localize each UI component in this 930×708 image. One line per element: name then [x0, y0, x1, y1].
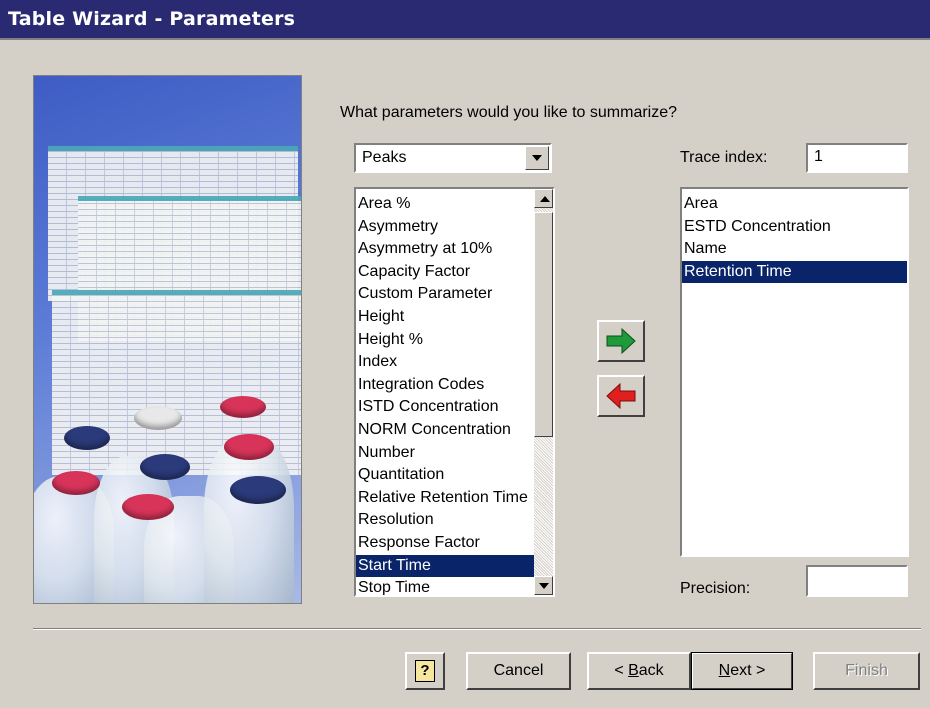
list-item[interactable]: Area	[682, 193, 907, 216]
list-item[interactable]: Height %	[356, 329, 534, 352]
cancel-button[interactable]: Cancel	[466, 652, 571, 690]
back-button-label: < Back	[614, 662, 664, 679]
red-left-arrow-icon	[606, 382, 636, 410]
list-item[interactable]: Capacity Factor	[356, 261, 534, 284]
next-button[interactable]: Next >	[691, 652, 793, 690]
list-item[interactable]: ESTD Concentration	[682, 216, 907, 239]
list-item[interactable]: Start Time	[356, 554, 534, 578]
list-item[interactable]: Height	[356, 306, 534, 329]
title-bar: Table Wizard - Parameters	[0, 0, 930, 40]
list-item[interactable]: NORM Concentration	[356, 419, 534, 442]
list-item[interactable]: ISTD Concentration	[356, 396, 534, 419]
list-item[interactable]: Quantitation	[356, 464, 534, 487]
list-item[interactable]: Relative Retention Time	[356, 487, 534, 510]
list-item[interactable]: Number	[356, 442, 534, 465]
chevron-down-icon	[532, 155, 542, 161]
cancel-button-label: Cancel	[493, 662, 544, 679]
green-right-arrow-icon	[606, 327, 636, 355]
category-select[interactable]: Peaks	[354, 143, 552, 173]
list-item[interactable]: Asymmetry	[356, 216, 534, 239]
list-item[interactable]: Stop Time	[356, 577, 534, 595]
selected-parameters-list[interactable]: Area ESTD Concentration Name Retention Time	[680, 187, 909, 557]
window-title: Table Wizard - Parameters	[8, 8, 296, 30]
list-item[interactable]: Area %	[356, 193, 534, 216]
scroll-down-button[interactable]	[534, 576, 553, 595]
trace-index-label: Trace index:	[680, 149, 768, 166]
separator	[33, 628, 921, 630]
list-item[interactable]: Name	[682, 238, 907, 261]
scroll-up-icon	[540, 196, 550, 202]
scroll-thumb[interactable]	[534, 212, 553, 437]
finish-button-label: Finish	[845, 662, 888, 679]
list-item[interactable]: Asymmetry at 10%	[356, 238, 534, 261]
prompt-text: What parameters would you like to summar…	[340, 104, 678, 121]
precision-input[interactable]	[806, 565, 908, 597]
trace-index-input[interactable]: 1	[806, 143, 908, 173]
help-icon: ?	[415, 660, 435, 682]
next-button-label: Next >	[718, 662, 766, 679]
precision-label: Precision:	[680, 580, 751, 597]
back-button[interactable]: < Back	[587, 652, 691, 690]
trace-index-value: 1	[814, 148, 823, 165]
list-item[interactable]: Integration Codes	[356, 374, 534, 397]
category-select-value: Peaks	[362, 149, 407, 166]
list-item[interactable]: Index	[356, 351, 534, 374]
list-item[interactable]: Resolution	[356, 509, 534, 532]
wizard-illustration	[33, 75, 302, 604]
dropdown-button[interactable]	[525, 146, 549, 170]
list-item[interactable]: Response Factor	[356, 532, 534, 555]
remove-parameter-button[interactable]	[597, 375, 645, 417]
finish-button[interactable]: Finish	[813, 652, 920, 690]
list-item[interactable]: Custom Parameter	[356, 283, 534, 306]
scroll-up-button[interactable]	[534, 189, 553, 208]
add-parameter-button[interactable]	[597, 320, 645, 362]
vertical-scrollbar[interactable]	[534, 189, 553, 595]
available-parameters-list[interactable]: Area % Asymmetry Asymmetry at 10% Capacity …	[354, 187, 555, 597]
help-button[interactable]: ?	[405, 652, 445, 690]
scroll-down-icon	[539, 583, 549, 589]
list-item[interactable]: Retention Time	[682, 260, 907, 284]
